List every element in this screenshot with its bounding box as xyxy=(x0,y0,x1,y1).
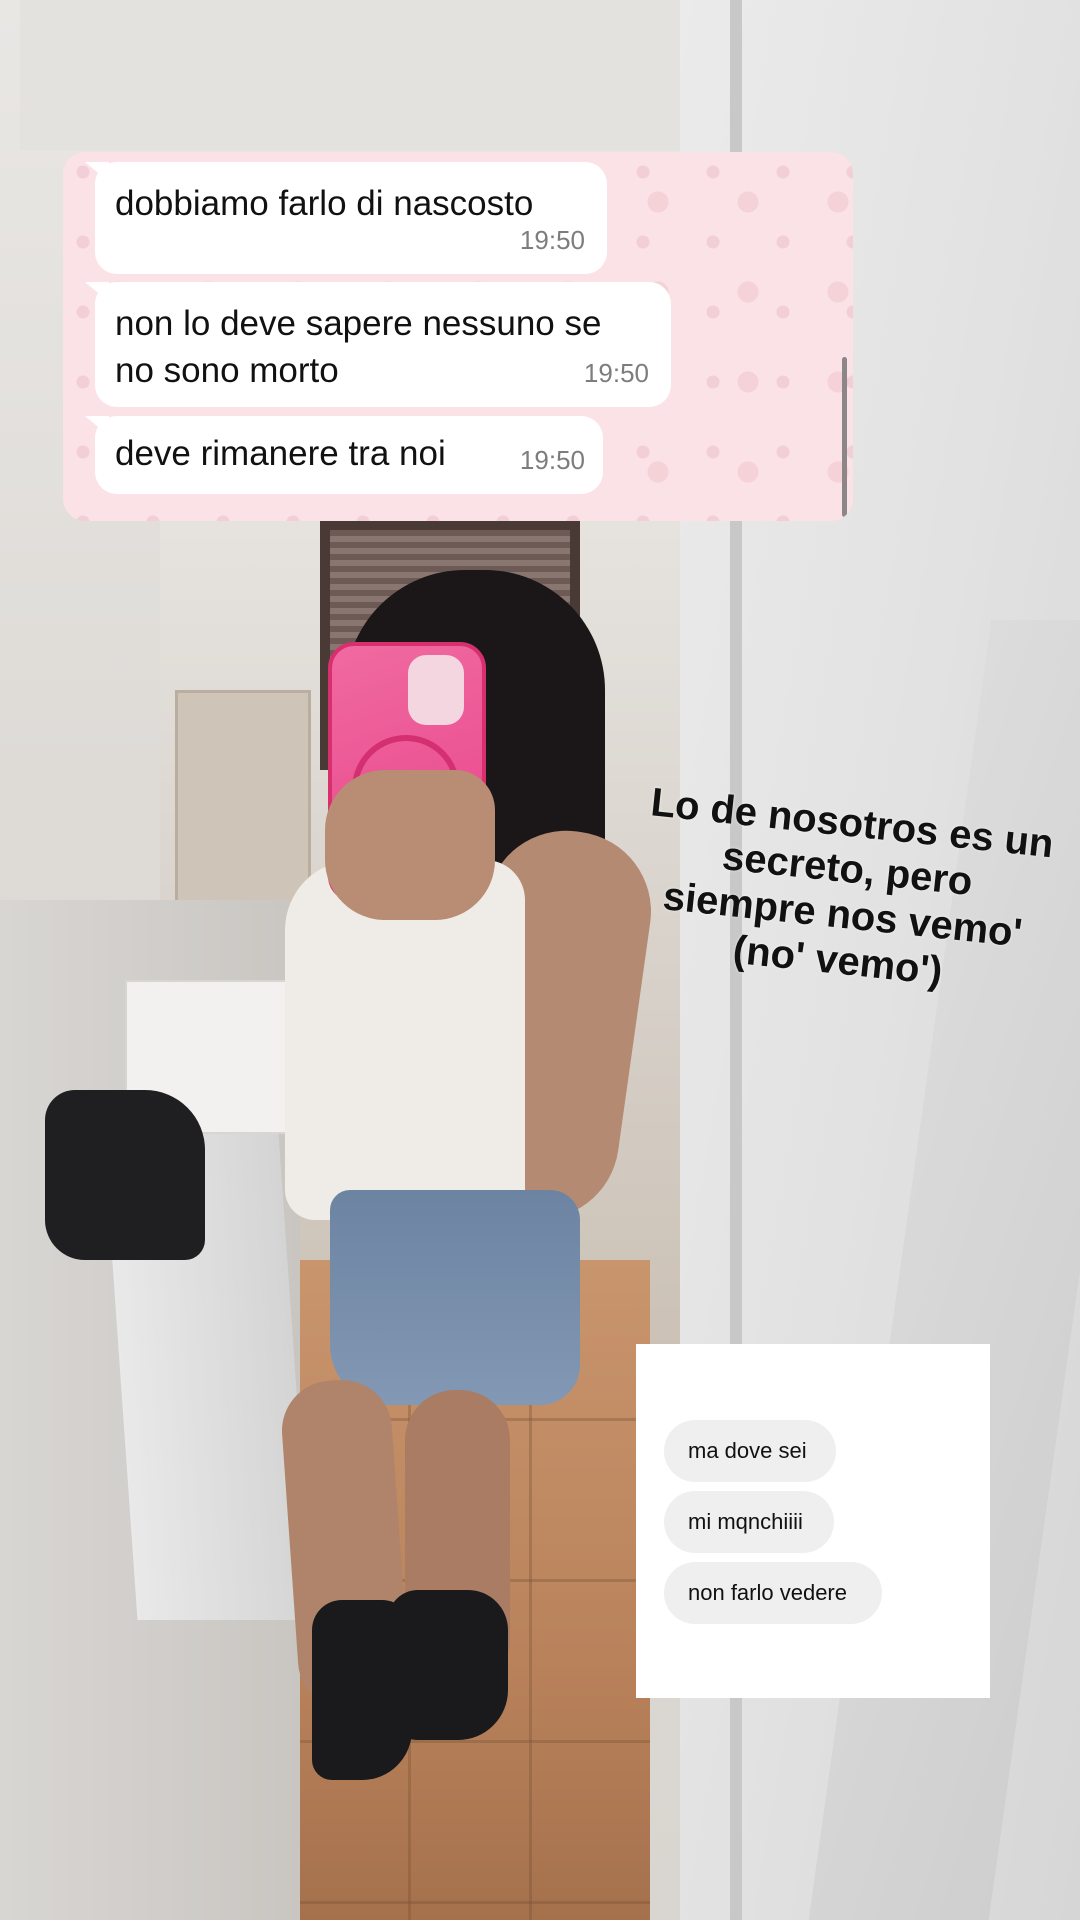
dm-message: mi mqnchiiii xyxy=(664,1491,834,1553)
message-text: dobbiamo farlo di nascosto xyxy=(115,184,534,223)
dm-message: non farlo vedere xyxy=(664,1562,882,1624)
dm-chat-sticker: ma dove sei mi mqnchiiii non farlo veder… xyxy=(636,1344,990,1698)
message-text-line-2: no sono morto xyxy=(115,351,339,390)
message-time: 19:50 xyxy=(519,445,585,475)
boot-right xyxy=(388,1590,508,1740)
dm-message: ma dove sei xyxy=(664,1420,836,1482)
shelf xyxy=(175,690,311,906)
message-text: deve rimanere tra noi xyxy=(115,434,446,473)
scrollbar xyxy=(842,357,847,517)
person-hand xyxy=(325,770,495,920)
message-text-line-1: non lo deve sapere nessuno se xyxy=(115,304,602,343)
phone-camera xyxy=(408,655,464,725)
person-shorts xyxy=(330,1190,580,1405)
message-time: 19:50 xyxy=(583,358,649,388)
chat-message: non lo deve sapere nessuno se no sono mo… xyxy=(95,282,671,407)
message-time: 19:50 xyxy=(519,225,585,255)
clothes-pile xyxy=(45,1090,205,1260)
whatsapp-chat-sticker: dobbiamo farlo di nascosto 19:50 non lo … xyxy=(63,152,853,521)
chat-message: deve rimanere tra noi 19:50 xyxy=(95,416,603,494)
chat-message: dobbiamo farlo di nascosto 19:50 xyxy=(95,162,607,274)
ceiling xyxy=(20,0,740,150)
